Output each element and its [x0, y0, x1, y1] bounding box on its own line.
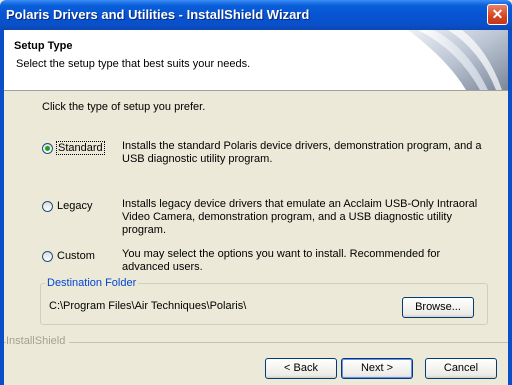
header-graphic-icon [388, 30, 508, 90]
browse-button[interactable]: Browse... [402, 297, 474, 318]
legacy-description: Installs legacy device drivers that emul… [122, 198, 478, 236]
brand-divider [4, 342, 508, 343]
title-bar[interactable]: Polaris Drivers and Utilities - InstallS… [0, 0, 512, 30]
page-title: Setup Type [14, 40, 73, 52]
next-button[interactable]: Next > [341, 358, 413, 379]
window-frame-right [508, 30, 512, 385]
standard-description: Installs the standard Polaris device dri… [122, 140, 482, 165]
window-title: Polaris Drivers and Utilities - InstallS… [6, 7, 310, 22]
close-button[interactable]: ✕ [487, 4, 508, 25]
legacy-label[interactable]: Legacy [57, 200, 92, 212]
destination-path: C:\Program Files\Air Techniques\Polaris\ [49, 300, 247, 312]
installshield-brand: InstallShield [6, 335, 70, 347]
standard-radio[interactable] [42, 143, 53, 154]
installshield-window: Polaris Drivers and Utilities - InstallS… [0, 0, 512, 385]
standard-label[interactable]: Standard [56, 141, 105, 155]
page-subtitle: Select the setup type that best suits yo… [16, 58, 251, 70]
wizard-header: Setup Type Select the setup type that be… [4, 30, 508, 91]
custom-description: You may select the options you want to i… [122, 248, 441, 273]
custom-label[interactable]: Custom [57, 250, 95, 262]
cancel-button[interactable]: Cancel [425, 358, 497, 379]
destination-folder-group: Destination Folder C:\Program Files\Air … [40, 277, 488, 325]
legacy-radio[interactable] [42, 201, 53, 212]
destination-folder-legend: Destination Folder [45, 277, 139, 289]
setup-prompt: Click the type of setup you prefer. [42, 101, 206, 113]
close-icon: ✕ [491, 6, 504, 22]
custom-radio[interactable] [42, 251, 53, 262]
back-button[interactable]: < Back [265, 358, 337, 379]
